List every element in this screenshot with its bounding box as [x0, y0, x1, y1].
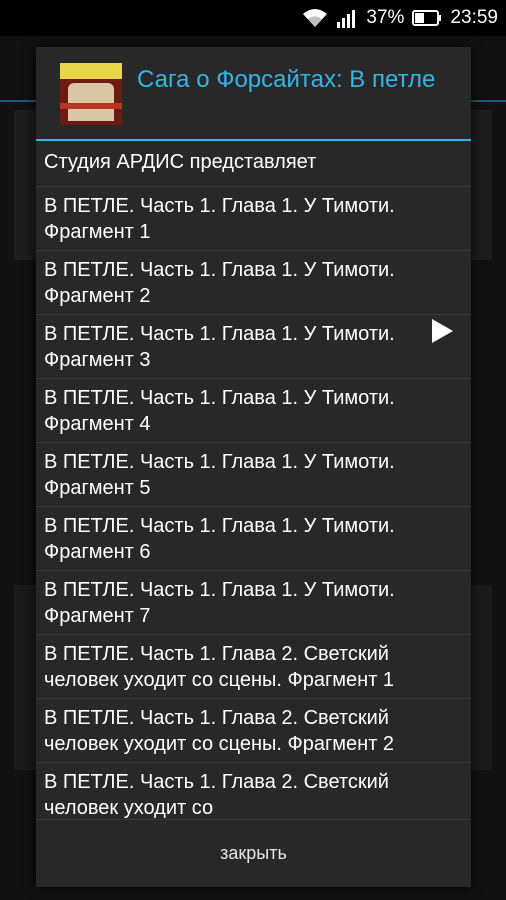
- playlist-dialog: Сага о Форсайтах: В петле Студия АРДИС п…: [36, 47, 471, 887]
- list-item[interactable]: В ПЕТЛЕ. Часть 1. Глава 1. У Тимоти. Фра…: [36, 443, 471, 507]
- list-item[interactable]: Студия АРДИС представляет: [36, 141, 471, 187]
- list-item[interactable]: В ПЕТЛЕ. Часть 1. Глава 1. У Тимоти. Фра…: [36, 507, 471, 571]
- clock: 23:59: [450, 7, 498, 28]
- list-item[interactable]: В ПЕТЛЕ. Часть 1. Глава 2. Светский чело…: [36, 635, 471, 699]
- battery-icon: [412, 9, 442, 27]
- book-cover-image: [60, 63, 122, 125]
- battery-percent: 37%: [366, 7, 405, 28]
- dialog-title: Сага о Форсайтах: В петле: [137, 66, 436, 93]
- list-item[interactable]: В ПЕТЛЕ. Часть 1. Глава 2. Светский чело…: [36, 699, 471, 763]
- close-button[interactable]: закрыть: [190, 833, 317, 874]
- list-item[interactable]: В ПЕТЛЕ. Часть 1. Глава 1. У Тимоти. Фра…: [36, 187, 471, 251]
- list-item[interactable]: В ПЕТЛЕ. Часть 1. Глава 1. У Тимоти. Фра…: [36, 315, 471, 379]
- list-item[interactable]: В ПЕТЛЕ. Часть 1. Глава 2. Светский чело…: [36, 763, 471, 819]
- play-icon[interactable]: [429, 318, 455, 344]
- dialog-footer: закрыть: [36, 819, 471, 887]
- list-item[interactable]: В ПЕТЛЕ. Часть 1. Глава 1. У Тимоти. Фра…: [36, 379, 471, 443]
- signal-icon: [336, 8, 358, 28]
- track-list[interactable]: Студия АРДИС представляет В ПЕТЛЕ. Часть…: [36, 141, 471, 819]
- wifi-icon: [302, 8, 328, 28]
- list-item[interactable]: В ПЕТЛЕ. Часть 1. Глава 1. У Тимоти. Фра…: [36, 251, 471, 315]
- list-item[interactable]: В ПЕТЛЕ. Часть 1. Глава 1. У Тимоти. Фра…: [36, 571, 471, 635]
- status-bar: 37% 23:59: [0, 0, 506, 36]
- dialog-header: Сага о Форсайтах: В петле: [36, 47, 471, 139]
